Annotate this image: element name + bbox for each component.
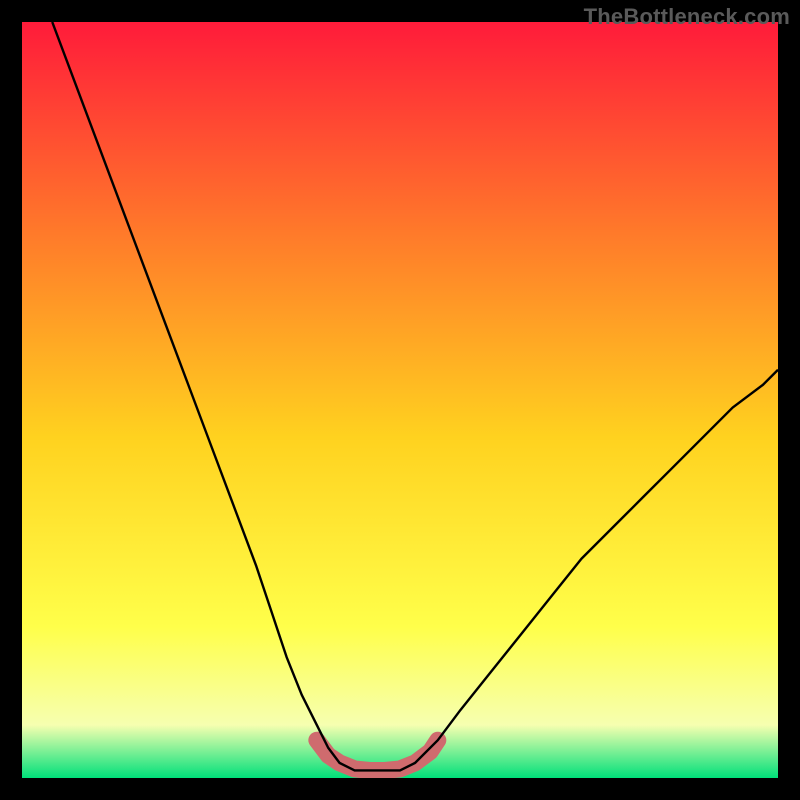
gradient-bg xyxy=(22,22,778,778)
chart-svg xyxy=(22,22,778,778)
chart-frame: TheBottleneck.com xyxy=(0,0,800,800)
watermark-text: TheBottleneck.com xyxy=(584,4,790,30)
plot-area xyxy=(22,22,778,778)
